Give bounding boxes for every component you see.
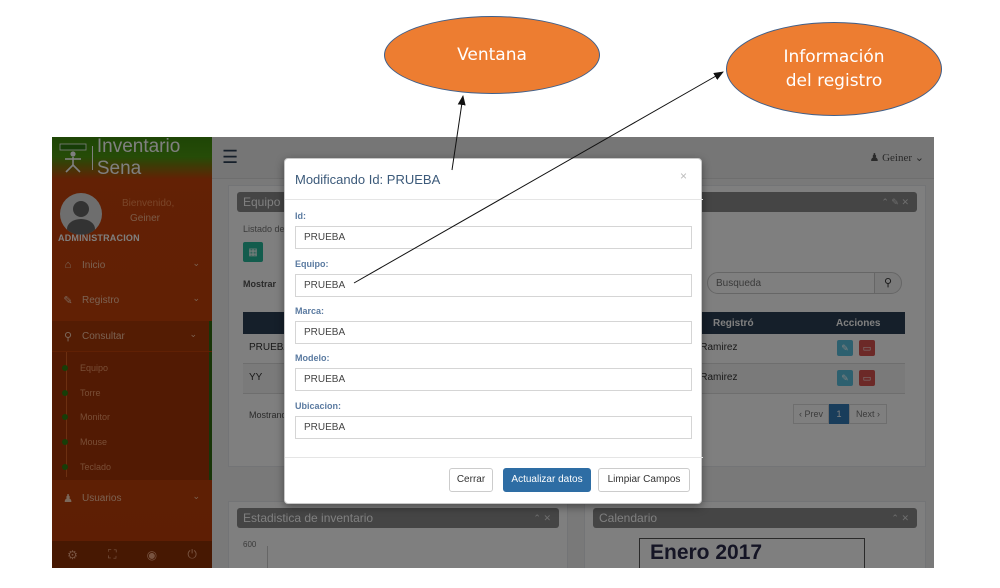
marca-field[interactable]: PRUEBA (295, 321, 692, 344)
ubicacion-field[interactable]: PRUEBA (295, 416, 692, 439)
field-label-modelo: Modelo: (295, 353, 330, 363)
limpiar-campos-button[interactable]: Limpiar Campos (598, 468, 690, 492)
modelo-field[interactable]: PRUEBA (295, 368, 692, 391)
field-label-equipo: Equipo: (295, 259, 329, 269)
annotation-info-line2: del registro (785, 71, 883, 91)
annotation-ventana-text: Ventana (457, 45, 527, 65)
screenshot-stage: Ventana Información del registro Busqued… (0, 0, 1000, 588)
close-icon[interactable]: × (680, 169, 687, 183)
cerrar-button[interactable]: Cerrar (449, 468, 493, 492)
annotation-informacion-registro: Información del registro (726, 22, 942, 116)
field-label-marca: Marca: (295, 306, 325, 316)
actualizar-datos-button[interactable]: Actualizar datos (503, 468, 591, 492)
edit-modal: Modificando Id: PRUEBA × Id: PRUEBA Equi… (284, 158, 703, 504)
annotation-info-line1: Información (783, 47, 885, 67)
annotation-ventana: Ventana (384, 16, 600, 94)
equipo-field[interactable]: PRUEBA (295, 274, 692, 297)
field-label-ubicacion: Ubicacion: (295, 401, 342, 411)
modal-divider (285, 457, 703, 458)
modal-divider (285, 199, 703, 200)
field-label-id: Id: (295, 211, 306, 221)
id-field[interactable]: PRUEBA (295, 226, 692, 249)
modal-title: Modificando Id: PRUEBA (295, 172, 441, 187)
